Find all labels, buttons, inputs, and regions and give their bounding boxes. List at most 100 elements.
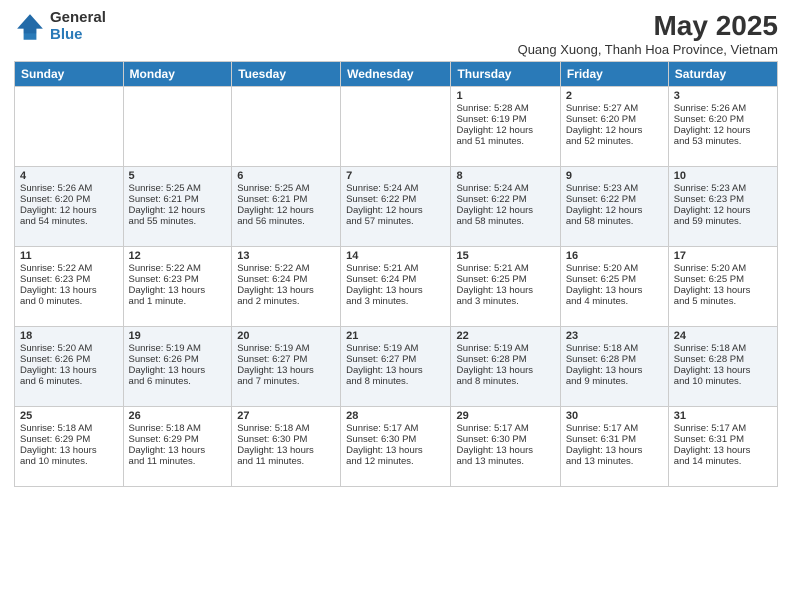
calendar-week-3: 11Sunrise: 5:22 AMSunset: 6:23 PMDayligh… [15, 247, 778, 327]
day-info: Sunset: 6:26 PM [129, 354, 227, 365]
day-info: Daylight: 13 hours [237, 285, 335, 296]
day-number: 7 [346, 170, 445, 182]
day-info: Sunset: 6:23 PM [129, 274, 227, 285]
day-info: Daylight: 13 hours [129, 285, 227, 296]
calendar-cell: 8Sunrise: 5:24 AMSunset: 6:22 PMDaylight… [451, 167, 560, 247]
day-info: and 57 minutes. [346, 216, 445, 227]
day-info: Sunset: 6:30 PM [237, 434, 335, 445]
day-info: Daylight: 13 hours [237, 365, 335, 376]
calendar-cell: 27Sunrise: 5:18 AMSunset: 6:30 PMDayligh… [232, 407, 341, 487]
day-info: Sunset: 6:24 PM [346, 274, 445, 285]
calendar-cell: 18Sunrise: 5:20 AMSunset: 6:26 PMDayligh… [15, 327, 124, 407]
day-info: and 0 minutes. [20, 296, 118, 307]
day-info: and 12 minutes. [346, 456, 445, 467]
calendar-cell: 1Sunrise: 5:28 AMSunset: 6:19 PMDaylight… [451, 87, 560, 167]
day-info: Daylight: 12 hours [674, 125, 772, 136]
day-info: and 51 minutes. [456, 136, 554, 147]
day-info: Sunrise: 5:26 AM [674, 103, 772, 114]
day-number: 14 [346, 250, 445, 262]
day-info: and 58 minutes. [566, 216, 663, 227]
day-info: Sunrise: 5:20 AM [566, 263, 663, 274]
day-info: Daylight: 13 hours [20, 285, 118, 296]
day-info: Sunset: 6:28 PM [456, 354, 554, 365]
day-info: Sunset: 6:23 PM [20, 274, 118, 285]
header-tuesday: Tuesday [232, 62, 341, 87]
calendar-cell: 28Sunrise: 5:17 AMSunset: 6:30 PMDayligh… [341, 407, 451, 487]
day-info: Sunrise: 5:23 AM [566, 183, 663, 194]
day-info: Daylight: 13 hours [129, 365, 227, 376]
calendar-week-5: 25 Sunrise: 5:18 AM Sunset: 6:29 PM Dayligh… [15, 407, 778, 487]
day-info: Sunrise: 5:17 AM [674, 423, 772, 434]
day-number: 23 [566, 330, 663, 342]
day-info: Sunset: 6:20 PM [674, 114, 772, 125]
day-info: Sunrise: 5:24 AM [346, 183, 445, 194]
day-info: Sunrise: 5:17 AM [346, 423, 445, 434]
day-info: Sunset: 6:26 PM [20, 354, 118, 365]
day-info: and 13 minutes. [566, 456, 663, 467]
calendar-cell: 2Sunrise: 5:27 AMSunset: 6:20 PMDaylight… [560, 87, 668, 167]
calendar-cell: 31Sunrise: 5:17 AMSunset: 6:31 PMDayligh… [668, 407, 777, 487]
day-info: and 8 minutes. [456, 376, 554, 387]
day-number: 17 [674, 250, 772, 262]
day-info: Sunrise: 5:28 AM [456, 103, 554, 114]
day-info: Daylight: 12 hours [566, 125, 663, 136]
calendar-cell: 14Sunrise: 5:21 AMSunset: 6:24 PMDayligh… [341, 247, 451, 327]
day-number: 10 [674, 170, 772, 182]
day-info: and 58 minutes. [456, 216, 554, 227]
header-saturday: Saturday [668, 62, 777, 87]
day-info: Daylight: 13 hours [346, 285, 445, 296]
day-info: and 2 minutes. [237, 296, 335, 307]
day-info: Sunset: 6:28 PM [674, 354, 772, 365]
day-info: Sunset: 6:29 PM [129, 434, 227, 445]
day-info: Sunset: 6:30 PM [456, 434, 554, 445]
day-number: 29 [456, 410, 554, 422]
day-number: 27 [237, 410, 335, 422]
day-number: 21 [346, 330, 445, 342]
calendar-cell: 6Sunrise: 5:25 AMSunset: 6:21 PMDaylight… [232, 167, 341, 247]
calendar-week-2: 4Sunrise: 5:26 AMSunset: 6:20 PMDaylight… [15, 167, 778, 247]
day-info: and 3 minutes. [346, 296, 445, 307]
day-info: Daylight: 13 hours [566, 365, 663, 376]
month-title: May 2025 [518, 10, 778, 42]
calendar-cell [15, 87, 124, 167]
day-info: Sunrise: 5:21 AM [346, 263, 445, 274]
calendar-cell: 4Sunrise: 5:26 AMSunset: 6:20 PMDaylight… [15, 167, 124, 247]
day-info: and 11 minutes. [129, 456, 227, 467]
day-info: Sunrise: 5:19 AM [129, 343, 227, 354]
day-info: and 8 minutes. [346, 376, 445, 387]
day-info: Sunset: 6:25 PM [566, 274, 663, 285]
day-info: Daylight: 12 hours [346, 205, 445, 216]
calendar-cell [341, 87, 451, 167]
day-info: and 54 minutes. [20, 216, 118, 227]
calendar-cell: 10Sunrise: 5:23 AMSunset: 6:23 PMDayligh… [668, 167, 777, 247]
calendar-cell: 9Sunrise: 5:23 AMSunset: 6:22 PMDaylight… [560, 167, 668, 247]
day-number: 3 [674, 90, 772, 102]
day-number: 25 [20, 410, 118, 422]
day-number: 15 [456, 250, 554, 262]
day-info: Sunrise: 5:18 AM [237, 423, 335, 434]
calendar-body: 1Sunrise: 5:28 AMSunset: 6:19 PMDaylight… [15, 87, 778, 487]
day-info: and 55 minutes. [129, 216, 227, 227]
day-info: Daylight: 12 hours [456, 205, 554, 216]
calendar-cell: 25Sunrise: 5:18 AMSunset: 6:29 PMDayligh… [15, 407, 124, 487]
calendar-cell: 24Sunrise: 5:18 AMSunset: 6:28 PMDayligh… [668, 327, 777, 407]
day-info: Sunrise: 5:19 AM [237, 343, 335, 354]
day-number: 6 [237, 170, 335, 182]
day-info: Sunrise: 5:19 AM [346, 343, 445, 354]
day-number: 28 [346, 410, 445, 422]
day-number: 19 [129, 330, 227, 342]
day-info: Sunset: 6:30 PM [346, 434, 445, 445]
calendar-cell: 3Sunrise: 5:26 AMSunset: 6:20 PMDaylight… [668, 87, 777, 167]
day-info: and 9 minutes. [566, 376, 663, 387]
day-info: Sunrise: 5:17 AM [456, 423, 554, 434]
day-info: Sunset: 6:25 PM [674, 274, 772, 285]
day-info: and 6 minutes. [20, 376, 118, 387]
day-info: Daylight: 13 hours [237, 445, 335, 456]
day-info: Sunset: 6:27 PM [237, 354, 335, 365]
day-number: 4 [20, 170, 118, 182]
day-info: Sunset: 6:22 PM [346, 194, 445, 205]
day-info: and 10 minutes. [20, 456, 118, 467]
day-info: Sunset: 6:28 PM [566, 354, 663, 365]
day-number: 20 [237, 330, 335, 342]
logo-icon [14, 11, 46, 43]
